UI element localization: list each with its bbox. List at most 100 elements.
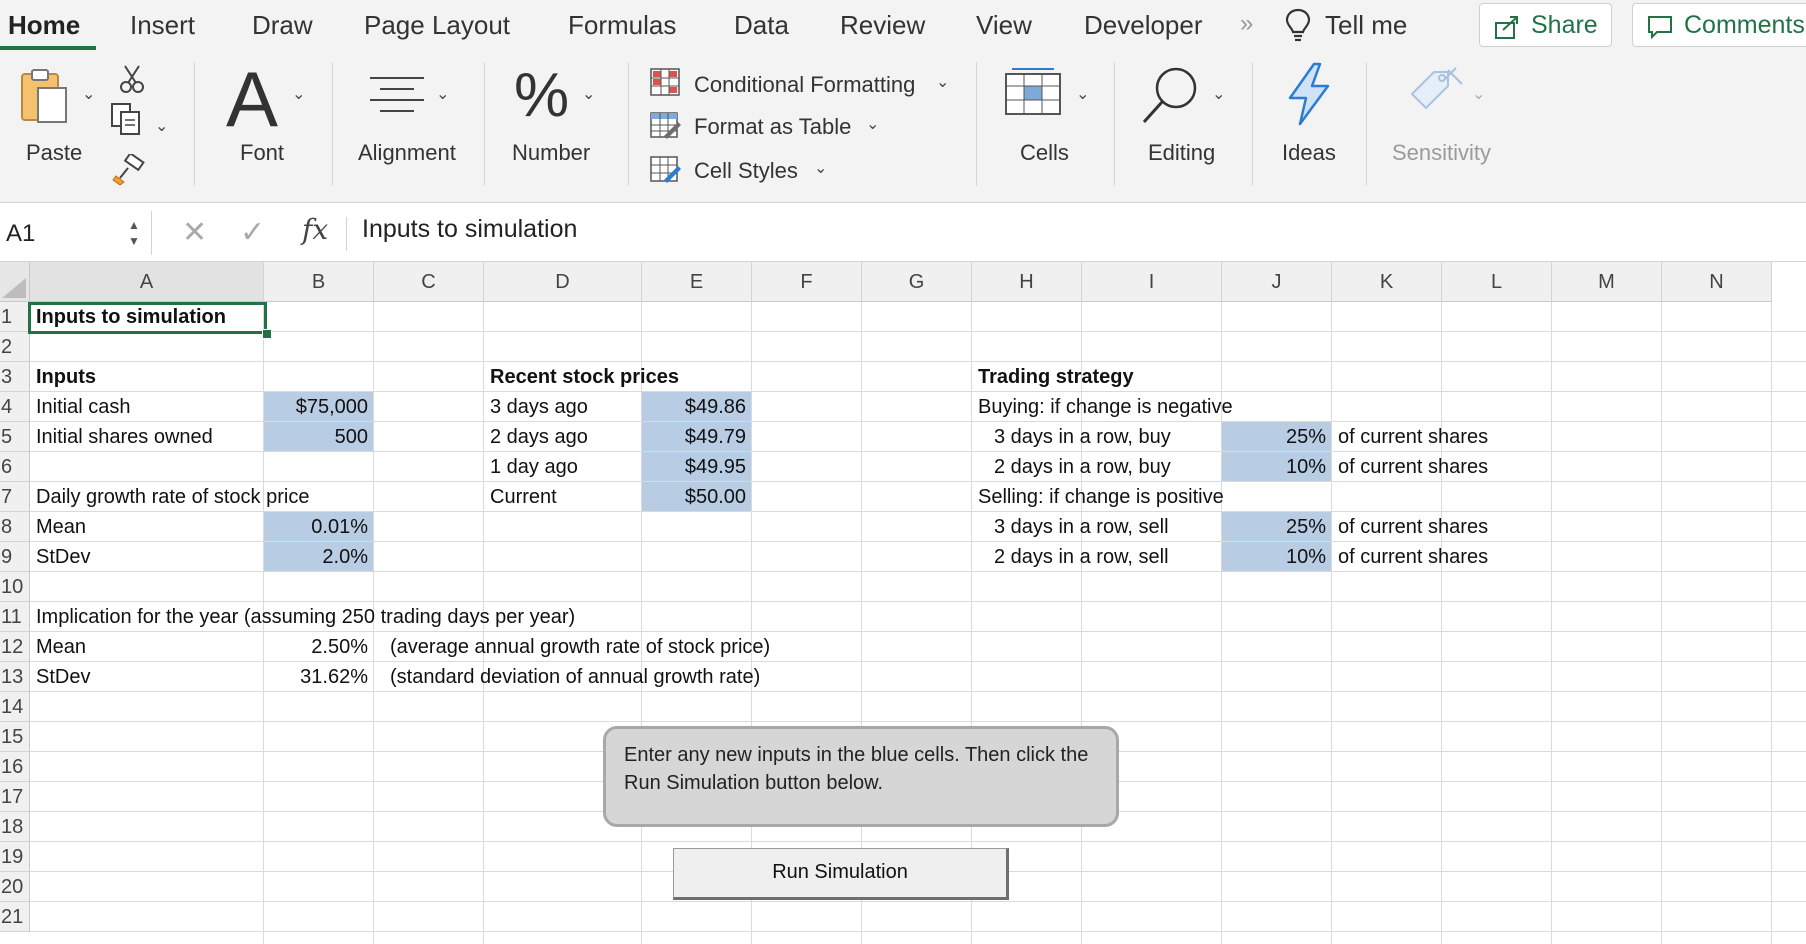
share-button[interactable]: Share xyxy=(1479,3,1612,47)
font-chevron-down-icon[interactable]: ⌄ xyxy=(292,84,305,104)
row-header-20[interactable]: 20 xyxy=(0,872,30,902)
row-header-13[interactable]: 13 xyxy=(0,662,30,692)
column-header-e[interactable]: E xyxy=(642,262,752,302)
cell-c12[interactable]: (average annual growth rate of stock pri… xyxy=(390,632,770,662)
cell-styles-chevron-down-icon[interactable]: ⌄ xyxy=(814,158,827,178)
column-header-j[interactable]: J xyxy=(1222,262,1332,302)
cell-a5[interactable]: Initial shares owned xyxy=(36,422,213,452)
cell-h6[interactable]: 2 days in a row, buy xyxy=(994,452,1171,482)
cell-e4[interactable]: $49.86 xyxy=(642,392,746,422)
cell-b13[interactable]: 31.62% xyxy=(264,662,368,692)
copy-icon[interactable] xyxy=(110,102,144,141)
cells-icon[interactable] xyxy=(1004,66,1064,123)
cell-h7[interactable]: Selling: if change is positive xyxy=(978,482,1224,512)
formula-input[interactable]: Inputs to simulation xyxy=(362,215,577,244)
paste-chevron-down-icon[interactable]: ⌄ xyxy=(82,84,95,104)
cell-a8[interactable]: Mean xyxy=(36,512,86,542)
cell-h4[interactable]: Buying: if change is negative xyxy=(978,392,1233,422)
cell-e7[interactable]: $50.00 xyxy=(642,482,746,512)
copy-chevron-down-icon[interactable]: ⌄ xyxy=(155,116,168,136)
tab-developer[interactable]: Developer xyxy=(1084,10,1203,41)
cell-e6[interactable]: $49.95 xyxy=(642,452,746,482)
column-header-i[interactable]: I xyxy=(1082,262,1222,302)
cell-k9[interactable]: of current shares xyxy=(1338,542,1488,572)
cell-h8[interactable]: 3 days in a row, sell xyxy=(994,512,1169,542)
tab-insert[interactable]: Insert xyxy=(130,10,195,41)
row-header-17[interactable]: 17 xyxy=(0,782,30,812)
row-header-21[interactable]: 21 xyxy=(0,902,30,932)
more-tabs-chevron-icon[interactable]: » xyxy=(1240,10,1253,38)
row-header-12[interactable]: 12 xyxy=(0,632,30,662)
row-header-10[interactable]: 10 xyxy=(0,572,30,602)
format-as-table-button[interactable]: Format as Table xyxy=(694,114,851,140)
cell-a11[interactable]: Implication for the year (assuming 250 t… xyxy=(36,602,575,632)
cell-b4[interactable]: $75,000 xyxy=(264,392,368,422)
column-header-k[interactable]: K xyxy=(1332,262,1442,302)
cell-a3[interactable]: Inputs xyxy=(36,362,96,392)
format-as-table-chevron-down-icon[interactable]: ⌄ xyxy=(866,114,879,134)
conditional-formatting-chevron-down-icon[interactable]: ⌄ xyxy=(936,72,949,92)
column-header-n[interactable]: N xyxy=(1662,262,1772,302)
cell-j6[interactable]: 10% xyxy=(1222,452,1326,482)
paste-icon[interactable] xyxy=(16,66,72,131)
cell-b12[interactable]: 2.50% xyxy=(264,632,368,662)
font-icon[interactable]: A xyxy=(226,54,278,145)
cells-chevron-down-icon[interactable]: ⌄ xyxy=(1076,84,1089,104)
lightbulb-icon[interactable] xyxy=(1283,7,1313,48)
align-icon[interactable] xyxy=(368,74,426,123)
percent-icon[interactable]: % xyxy=(514,60,569,131)
cell-a7[interactable]: Daily growth rate of stock price xyxy=(36,482,309,512)
cell-h9[interactable]: 2 days in a row, sell xyxy=(994,542,1169,572)
row-header-2[interactable]: 2 xyxy=(0,332,30,362)
cell-b8[interactable]: 0.01% xyxy=(264,512,368,542)
cell-styles-button[interactable]: Cell Styles xyxy=(694,158,798,184)
cell-j5[interactable]: 25% xyxy=(1222,422,1326,452)
column-header-m[interactable]: M xyxy=(1552,262,1662,302)
row-header-3[interactable]: 3 xyxy=(0,362,30,392)
column-header-g[interactable]: G xyxy=(862,262,972,302)
number-chevron-down-icon[interactable]: ⌄ xyxy=(582,84,595,104)
cell-e5[interactable]: $49.79 xyxy=(642,422,746,452)
cell-a13[interactable]: StDev xyxy=(36,662,90,692)
row-header-11[interactable]: 11 xyxy=(0,602,30,632)
tab-draw[interactable]: Draw xyxy=(252,10,313,41)
row-header-1[interactable]: 1 xyxy=(0,302,30,332)
conditional-formatting-button[interactable]: Conditional Formatting xyxy=(694,72,915,98)
row-header-6[interactable]: 6 xyxy=(0,452,30,482)
row-header-4[interactable]: 4 xyxy=(0,392,30,422)
format-as-table-icon[interactable] xyxy=(650,112,682,145)
cell-h3[interactable]: Trading strategy xyxy=(978,362,1134,392)
cell-j9[interactable]: 10% xyxy=(1222,542,1326,572)
worksheet-grid[interactable]: ABCDEFGHIJKLMN 1 2 3 4 5 6 7 8 9 10 11 12 13 14 15 16 17… xyxy=(0,262,1806,944)
row-header-19[interactable]: 19 xyxy=(0,842,30,872)
cell-a9[interactable]: StDev xyxy=(36,542,90,572)
comments-button[interactable]: Comments xyxy=(1632,3,1806,47)
column-header-b[interactable]: B xyxy=(264,262,374,302)
tab-formulas[interactable]: Formulas xyxy=(568,10,676,41)
tell-me-search[interactable]: Tell me xyxy=(1325,10,1407,41)
tab-page-layout[interactable]: Page Layout xyxy=(364,10,510,41)
fill-handle[interactable] xyxy=(262,329,272,339)
cell-d3[interactable]: Recent stock prices xyxy=(490,362,679,392)
tab-home[interactable]: Home xyxy=(8,10,80,41)
column-header-l[interactable]: L xyxy=(1442,262,1552,302)
select-all-corner[interactable] xyxy=(0,262,30,302)
conditional-formatting-icon[interactable] xyxy=(650,68,680,101)
cell-k5[interactable]: of current shares xyxy=(1338,422,1488,452)
row-header-18[interactable]: 18 xyxy=(0,812,30,842)
column-header-h[interactable]: H xyxy=(972,262,1082,302)
tab-view[interactable]: View xyxy=(976,10,1032,41)
tab-review[interactable]: Review xyxy=(840,10,925,41)
enter-check-icon[interactable]: ✓ xyxy=(240,215,265,250)
cell-a12[interactable]: Mean xyxy=(36,632,86,662)
name-box[interactable]: A1 ▲ ▼ xyxy=(0,211,152,255)
editing-chevron-down-icon[interactable]: ⌄ xyxy=(1212,84,1225,104)
row-header-9[interactable]: 9 xyxy=(0,542,30,572)
ideas-lightning-icon[interactable] xyxy=(1284,62,1334,131)
cut-icon[interactable] xyxy=(118,64,146,99)
cell-b5[interactable]: 500 xyxy=(264,422,368,452)
run-simulation-button[interactable]: Run Simulation xyxy=(673,848,1009,900)
row-header-15[interactable]: 15 xyxy=(0,722,30,752)
cell-c13[interactable]: (standard deviation of annual growth rat… xyxy=(390,662,760,692)
cell-k6[interactable]: of current shares xyxy=(1338,452,1488,482)
